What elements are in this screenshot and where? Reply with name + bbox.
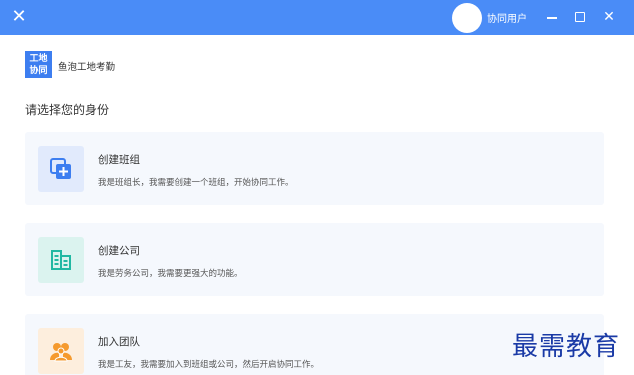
building-icon (38, 237, 84, 283)
close-icon[interactable]: ✕ (8, 6, 30, 28)
user-name[interactable]: 协同用户 (487, 10, 527, 25)
maximize-icon (575, 12, 585, 22)
option-title: 加入团队 (98, 336, 140, 348)
logo-line-1: 工地 (29, 54, 48, 64)
team-add-icon (38, 146, 84, 192)
option-description: 我是劳务公司，我需要更强大的功能。 (98, 269, 243, 279)
page-title: 请选择您的身份 (25, 103, 110, 117)
option-create-company[interactable]: 创建公司 我是劳务公司，我需要更强大的功能。 (25, 223, 604, 296)
option-title: 创建公司 (98, 245, 140, 257)
option-title: 创建班组 (98, 154, 140, 166)
watermark-text: 最需教育 (512, 332, 621, 362)
window-close-button[interactable]: ✕ (598, 6, 620, 28)
app-logo: 工地 协同 (25, 51, 52, 78)
minimize-icon (547, 17, 557, 19)
option-description: 我是工友，我需要加入到班组或公司，然后开启协同工作。 (98, 360, 320, 370)
logo-line-2: 协同 (29, 66, 48, 76)
title-bar: ✕ 协同用户 ✕ (0, 0, 634, 35)
option-create-team[interactable]: 创建班组 我是班组长，我需要创建一个班组，开始协同工作。 (25, 132, 604, 205)
app-name: 鱼泡工地考勤 (58, 62, 116, 73)
people-icon (38, 328, 84, 374)
minimize-button[interactable] (541, 6, 563, 28)
option-description: 我是班组长，我需要创建一个班组，开始协同工作。 (98, 178, 294, 188)
avatar[interactable] (452, 3, 482, 33)
maximize-button[interactable] (569, 6, 591, 28)
